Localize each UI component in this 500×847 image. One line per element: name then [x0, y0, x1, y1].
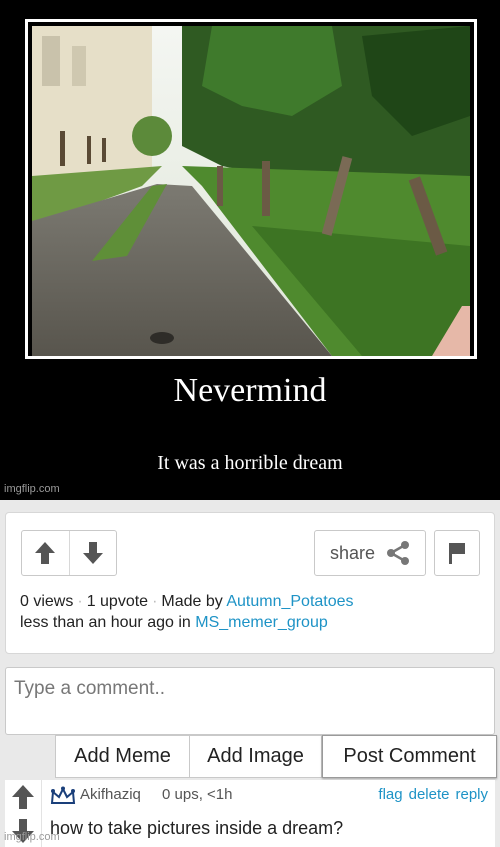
meme-caption: It was a horrible dream [157, 452, 343, 474]
separator-dot: · [152, 593, 158, 610]
footer-watermark: imgflip.com [4, 831, 60, 843]
downvote-button[interactable] [68, 531, 117, 575]
meme-title: Nevermind [173, 372, 327, 409]
upvotes-count: 1 upvote [86, 593, 149, 610]
comment-reply-link[interactable]: reply [455, 786, 488, 803]
flag-button[interactable] [434, 530, 480, 576]
arrow-down-icon [82, 542, 103, 564]
meme-image[interactable]: Nevermind It was a horrible dream imgfli… [0, 0, 500, 500]
comment-button-row: Add Meme Add Image Post Comment [55, 735, 497, 778]
group-link[interactable]: MS_memer_group [195, 614, 328, 631]
arrow-up-icon [35, 542, 56, 564]
comment-text: how to take pictures inside a dream? [50, 818, 344, 838]
comment-username[interactable]: Akifhaziq [80, 786, 141, 803]
vote-group [21, 530, 117, 576]
views-count: 0 views [20, 593, 74, 610]
stats-line: 0 views · 1 upvote · Made by Autumn_Potatoes [20, 593, 354, 611]
separator-dot: · [77, 593, 83, 610]
posted-label: less than an hour ago in [20, 614, 191, 631]
comment-placeholder: Type a comment.. [14, 678, 166, 699]
share-icon [387, 541, 410, 565]
crown-icon [50, 786, 76, 804]
posted-line: less than an hour ago in MS_memer_group [20, 614, 328, 632]
share-button[interactable]: share [314, 530, 426, 576]
comment-item: Akifhaziq 0 ups, <1h flag delete reply h… [5, 780, 495, 847]
watermark: imgflip.com [4, 483, 60, 495]
comment-actions: flag delete reply [378, 786, 488, 803]
add-image-button[interactable]: Add Image [190, 735, 322, 778]
meme-photo-frame [25, 19, 477, 359]
author-link[interactable]: Autumn_Potatoes [226, 593, 353, 610]
comment-delete-link[interactable]: delete [409, 786, 450, 803]
meme-info-card: share 0 views · 1 upvote · Made by Autumn_Po… [5, 512, 495, 654]
comment-meta: 0 ups, <1h [162, 786, 233, 803]
post-comment-button[interactable]: Post Comment [322, 735, 497, 778]
comment-input[interactable]: Type a comment.. [5, 667, 495, 735]
flag-icon [449, 543, 465, 564]
upvote-button[interactable] [22, 531, 69, 575]
comment-upvote-icon[interactable] [11, 784, 35, 810]
add-meme-button[interactable]: Add Meme [55, 735, 190, 778]
comment-flag-link[interactable]: flag [378, 786, 402, 803]
share-label: share [330, 542, 376, 563]
meme-photo [32, 26, 470, 356]
made-by-label: Made by [161, 593, 223, 610]
